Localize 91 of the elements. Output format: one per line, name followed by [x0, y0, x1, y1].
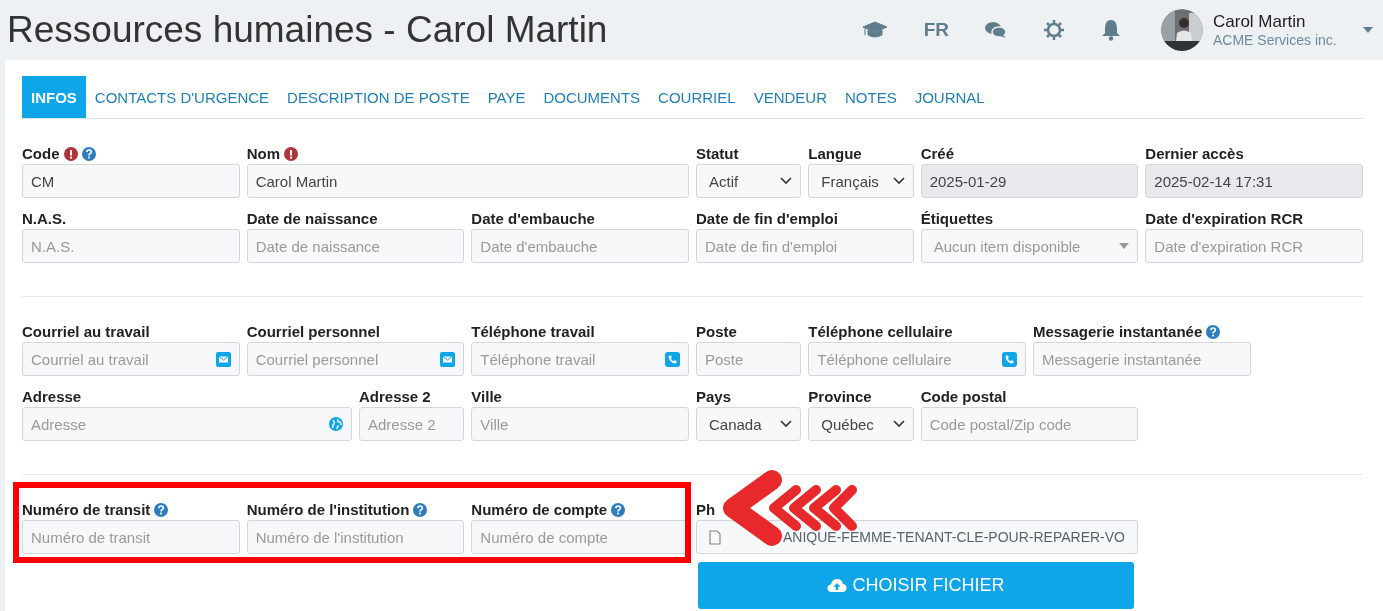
tab[interactable]: VENDEUR	[744, 76, 836, 118]
field-label: Code	[22, 145, 60, 162]
field-label: Courriel au travail	[22, 323, 150, 340]
field-label: Téléphone travail	[471, 323, 595, 340]
tab[interactable]: CONTACTS D'URGENCE	[85, 76, 279, 118]
bell-icon[interactable]	[1101, 19, 1121, 41]
field-label: Téléphone cellulaire	[808, 323, 953, 340]
field-label: Poste	[696, 323, 737, 340]
chevron-down-icon	[892, 420, 905, 428]
readonly-field: 2025-01-29	[920, 164, 1139, 198]
chevron-down-icon	[780, 420, 793, 428]
input-field[interactable]: Numéro de l'institution	[246, 520, 465, 554]
tab[interactable]: JOURNAL	[905, 76, 994, 118]
tags-dropdown[interactable]: Aucun item disponible	[920, 229, 1139, 263]
chevron-down-icon	[892, 177, 905, 185]
chevron-down-icon	[780, 177, 793, 185]
chat-icon[interactable]	[985, 21, 1007, 39]
field-label: Messagerie instantanée	[1033, 323, 1203, 340]
field-label: Date d'expiration RCR	[1145, 210, 1304, 227]
tab[interactable]: DESCRIPTION DE POSTE	[278, 76, 479, 118]
field-label: Numéro de compte	[471, 501, 608, 518]
input-field[interactable]: Adresse 2	[359, 407, 465, 441]
help-icon[interactable]	[413, 502, 428, 517]
help-icon[interactable]	[81, 146, 96, 161]
phone-icon	[665, 351, 680, 367]
tab[interactable]: COURRIEL	[649, 76, 745, 118]
input-field[interactable]: Date de naissance	[246, 229, 465, 263]
field-label: Statut	[696, 145, 739, 162]
input-field[interactable]: Poste	[696, 342, 802, 376]
input-field[interactable]: Numéro de transit	[22, 520, 240, 554]
field-label: Dernier accès	[1145, 145, 1244, 162]
field-label: Province	[808, 388, 872, 405]
help-icon[interactable]	[611, 502, 626, 517]
dropdown[interactable]: Français	[808, 164, 914, 198]
file-icon	[709, 529, 721, 545]
tab[interactable]: DOCUMENTS	[534, 76, 650, 118]
field-label: Date de fin d'emploi	[696, 210, 838, 227]
field-label: Date de naissance	[246, 210, 378, 227]
input-field[interactable]: Date d'embauche	[471, 229, 689, 263]
field-label: Créé	[920, 145, 954, 162]
field-label: N.A.S.	[22, 210, 67, 227]
page-title: Ressources humaines - Carol Martin	[7, 9, 608, 51]
tab[interactable]: INFOS	[22, 76, 86, 118]
company-name: ACME Services inc.	[1213, 32, 1338, 48]
choose-file-button[interactable]: CHOISIR FICHIER	[698, 562, 1134, 609]
help-icon[interactable]	[1206, 324, 1221, 339]
caret-icon	[1119, 243, 1130, 249]
input-field[interactable]: Messagerie instantanée	[1033, 342, 1251, 376]
field-label: Numéro de l'institution	[246, 501, 410, 518]
field-label: Langue	[808, 145, 862, 162]
field-label: Date d'embauche	[471, 210, 595, 227]
input-field[interactable]: Ville	[471, 407, 689, 441]
field-label: Étiquettes	[920, 210, 994, 227]
sun-icon[interactable]	[1043, 19, 1065, 41]
field-label: Adresse 2	[359, 388, 431, 405]
input-field[interactable]: Adresse	[22, 407, 352, 441]
input-field[interactable]: Carol Martin	[246, 164, 689, 198]
dropdown[interactable]: Actif	[696, 164, 802, 198]
cloud-upload-icon	[827, 578, 848, 593]
input-field[interactable]: N.A.S.	[22, 229, 240, 263]
language-button[interactable]: FR	[923, 19, 949, 41]
field-label: Ph	[696, 501, 716, 518]
input-field[interactable]: Code postal/Zip code	[920, 407, 1139, 441]
field-label: Nom	[246, 145, 280, 162]
dropdown[interactable]: Québec	[808, 407, 914, 441]
file-field: ANIQUE-FEMME-TENANT-CLE-POUR-REPARER-VO	[696, 520, 1139, 554]
field-label: Courriel personnel	[246, 323, 380, 340]
tab[interactable]: PAYE	[478, 76, 535, 118]
dropdown[interactable]: Canada	[696, 407, 802, 441]
input-field[interactable]: Téléphone travail	[471, 342, 689, 376]
input-field[interactable]: Courriel au travail	[22, 342, 240, 376]
field-label: Adresse	[22, 388, 82, 405]
input-field[interactable]: CM	[22, 164, 240, 198]
field-label: Numéro de transit	[22, 501, 151, 518]
input-field[interactable]: Courriel personnel	[246, 342, 465, 376]
graduation-cap-icon[interactable]	[861, 20, 888, 40]
field-label: Code postal	[920, 388, 1007, 405]
user-name[interactable]: Carol Martin	[1213, 12, 1353, 32]
globe-icon	[329, 417, 343, 431]
tab[interactable]: NOTES	[836, 76, 906, 118]
envelope-icon	[215, 351, 231, 367]
readonly-field: 2025-02-14 17:31	[1145, 164, 1363, 198]
caret-icon[interactable]	[1363, 27, 1373, 33]
envelope-icon	[440, 351, 456, 367]
phone-icon	[1002, 351, 1017, 367]
field-label: Ville	[471, 388, 502, 405]
input-field[interactable]: Date de fin d'emploi	[696, 229, 914, 263]
input-field[interactable]: Date d'expiration RCR	[1145, 229, 1363, 263]
field-label: Pays	[696, 388, 732, 405]
input-field[interactable]: Téléphone cellulaire	[808, 342, 1026, 376]
help-icon[interactable]	[154, 502, 169, 517]
